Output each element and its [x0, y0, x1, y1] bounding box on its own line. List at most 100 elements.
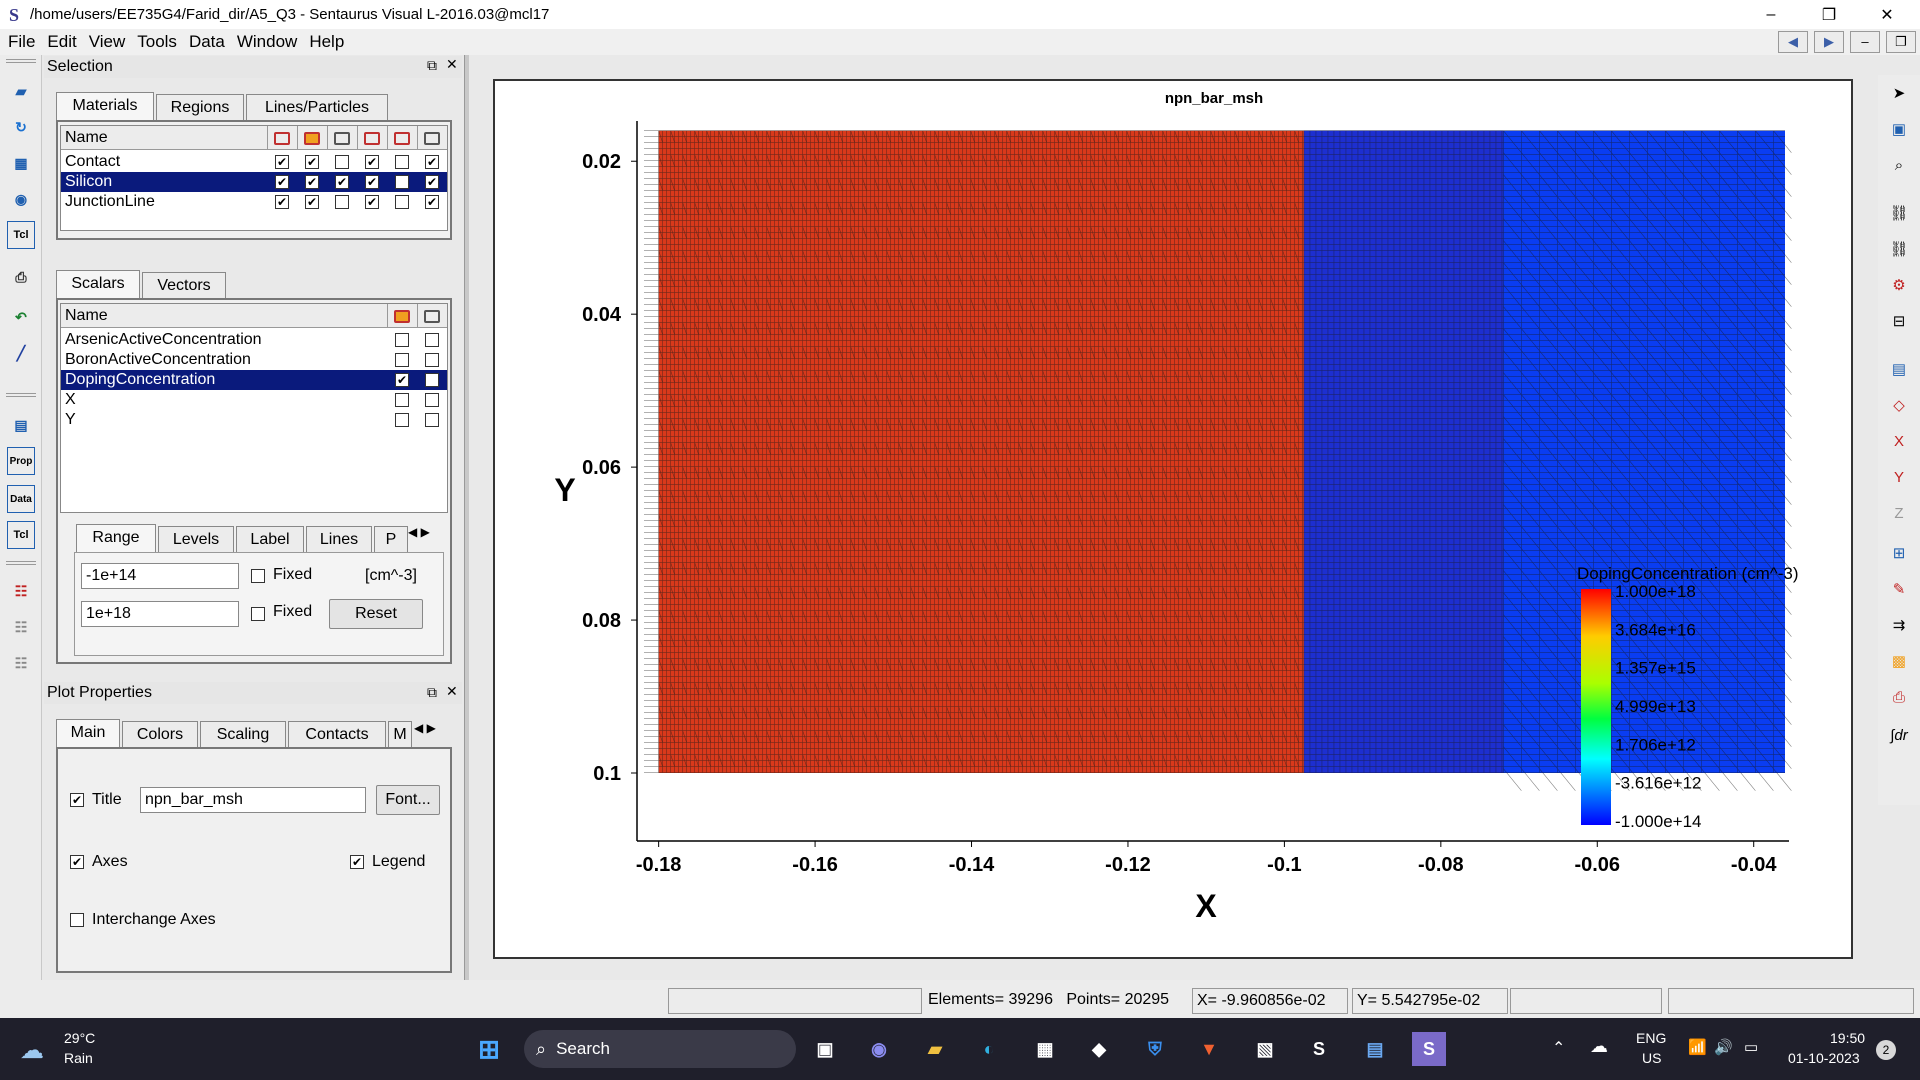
properties-icon[interactable]: Prop: [7, 447, 35, 475]
material-checkbox[interactable]: [335, 155, 349, 169]
tab-more[interactable]: M: [388, 721, 412, 747]
material-checkbox[interactable]: [395, 155, 409, 169]
integrate-icon[interactable]: ∫dr: [1885, 721, 1913, 749]
material-checkbox[interactable]: [275, 175, 289, 189]
shield-icon[interactable]: ⛨: [1138, 1032, 1172, 1066]
material-checkbox[interactable]: [395, 175, 409, 189]
edge-icon[interactable]: ◐: [972, 1032, 1006, 1066]
menu-edit[interactable]: Edit: [43, 32, 84, 52]
material-checkbox[interactable]: [305, 195, 319, 209]
stack-icon[interactable]: ▩: [1885, 647, 1913, 675]
link-icon[interactable]: ⛓: [1885, 199, 1913, 227]
undo-icon[interactable]: ↶: [7, 303, 35, 331]
xming-icon[interactable]: ▧: [1248, 1032, 1282, 1066]
maximize-button[interactable]: ❐: [1806, 0, 1852, 29]
fixed-min-checkbox[interactable]: [251, 569, 265, 583]
scalar-row[interactable]: BoronActiveConcentration: [61, 350, 447, 370]
scalar-checkbox[interactable]: [425, 353, 439, 367]
tab-contacts[interactable]: Contacts: [288, 721, 386, 747]
menu-file[interactable]: File: [4, 32, 43, 52]
tab-vectors[interactable]: Vectors: [142, 272, 226, 298]
material-checkbox[interactable]: [425, 195, 439, 209]
sentaurus-s-icon[interactable]: S: [1302, 1032, 1336, 1066]
tab-label[interactable]: Label: [236, 526, 304, 552]
material-checkbox[interactable]: [305, 175, 319, 189]
material-row[interactable]: JunctionLine: [61, 192, 447, 212]
magnify-icon[interactable]: ⌕: [1885, 151, 1913, 179]
menu-window[interactable]: Window: [233, 32, 305, 52]
ruler-icon[interactable]: ⊟: [1885, 307, 1913, 335]
tab-scroll-arrows[interactable]: ◀ ▶: [408, 525, 444, 549]
cut-x-icon[interactable]: X: [1885, 427, 1913, 455]
close-panel-icon[interactable]: ✕: [446, 56, 458, 73]
scalar-checkbox[interactable]: [395, 333, 409, 347]
legend-checkbox[interactable]: [350, 855, 364, 869]
weather-temp[interactable]: 29°C: [64, 1030, 95, 1046]
mdi-restore-icon[interactable]: ❐: [1886, 31, 1916, 53]
range-min-input[interactable]: -1e+14: [81, 563, 239, 589]
screenshot-icon[interactable]: ◉: [7, 185, 35, 213]
store-icon[interactable]: ▦: [1028, 1032, 1062, 1066]
material-checkbox[interactable]: [335, 195, 349, 209]
brave-icon[interactable]: ▼: [1192, 1032, 1226, 1066]
lang-code[interactable]: ENG: [1636, 1030, 1666, 1046]
clock-date[interactable]: 01-10-2023: [1788, 1050, 1860, 1066]
material-checkbox[interactable]: [335, 175, 349, 189]
material-checkbox[interactable]: [305, 155, 319, 169]
close-button[interactable]: ✕: [1864, 0, 1910, 29]
material-checkbox[interactable]: [425, 155, 439, 169]
scalar-checkbox[interactable]: [395, 393, 409, 407]
float-panel-icon[interactable]: ⧉: [427, 684, 437, 701]
tab-main[interactable]: Main: [56, 719, 120, 747]
weather-desc[interactable]: Rain: [64, 1050, 93, 1066]
close-panel-icon[interactable]: ✕: [446, 683, 458, 700]
menu-help[interactable]: Help: [305, 32, 352, 52]
scalar-row[interactable]: X: [61, 390, 447, 410]
pointer-icon[interactable]: ➤: [1885, 79, 1913, 107]
window-view-icon[interactable]: ▤: [1885, 355, 1913, 383]
teams-icon[interactable]: ◉: [862, 1032, 896, 1066]
lang-region[interactable]: US: [1642, 1050, 1661, 1066]
link-settings-icon[interactable]: ⛓: [1885, 235, 1913, 263]
notification-badge[interactable]: 2: [1876, 1040, 1896, 1060]
reload-icon[interactable]: ↻: [7, 113, 35, 141]
streamline-icon[interactable]: ⇉: [1885, 611, 1913, 639]
cutplane-icon[interactable]: ◇: [1885, 391, 1913, 419]
plot-title-input[interactable]: npn_bar_msh: [140, 787, 366, 813]
interchange-axes-checkbox[interactable]: [70, 913, 84, 927]
panel-splitter[interactable]: [464, 55, 469, 985]
search-box[interactable]: ⌕ Search: [524, 1030, 796, 1068]
tab-scroll-arrows[interactable]: ◀ ▶: [414, 721, 450, 745]
border-icon[interactable]: [357, 126, 386, 150]
scalar-checkbox[interactable]: [425, 373, 439, 387]
minimize-button[interactable]: –: [1748, 0, 1794, 29]
tab-lines-particles[interactable]: Lines/Particles: [246, 94, 388, 120]
material-checkbox[interactable]: [275, 155, 289, 169]
volume-icon[interactable]: 🔊: [1714, 1038, 1733, 1056]
contour-icon[interactable]: [417, 304, 446, 328]
scalar-checkbox[interactable]: [395, 373, 409, 387]
scalar-checkbox[interactable]: [425, 413, 439, 427]
scalar-checkbox[interactable]: [425, 333, 439, 347]
range-max-input[interactable]: 1e+18: [81, 601, 239, 627]
tab-scalars[interactable]: Scalars: [56, 270, 140, 298]
tab-levels[interactable]: Levels: [158, 526, 234, 552]
dropbox-icon[interactable]: ◆: [1082, 1032, 1116, 1066]
menu-data[interactable]: Data: [185, 32, 233, 52]
fill-icon[interactable]: [387, 304, 416, 328]
material-checkbox[interactable]: [365, 195, 379, 209]
tab-range[interactable]: Range: [76, 524, 156, 552]
font-button[interactable]: Font...: [376, 785, 440, 815]
chevron-up-icon[interactable]: ⌃: [1552, 1038, 1565, 1058]
material-row[interactable]: Silicon: [61, 172, 447, 192]
record-icon[interactable]: ☷: [7, 577, 35, 605]
stop-icon[interactable]: ☷: [7, 649, 35, 677]
load-grid-icon[interactable]: ▦: [7, 149, 35, 177]
fixed-max-checkbox[interactable]: [251, 607, 265, 621]
scalar-row[interactable]: Y: [61, 410, 447, 430]
tab-colors[interactable]: Colors: [122, 721, 198, 747]
scalar-row[interactable]: DopingConcentration: [61, 370, 447, 390]
file-explorer-icon[interactable]: ▰: [918, 1032, 952, 1066]
menu-view[interactable]: View: [85, 32, 134, 52]
material-checkbox[interactable]: [365, 175, 379, 189]
